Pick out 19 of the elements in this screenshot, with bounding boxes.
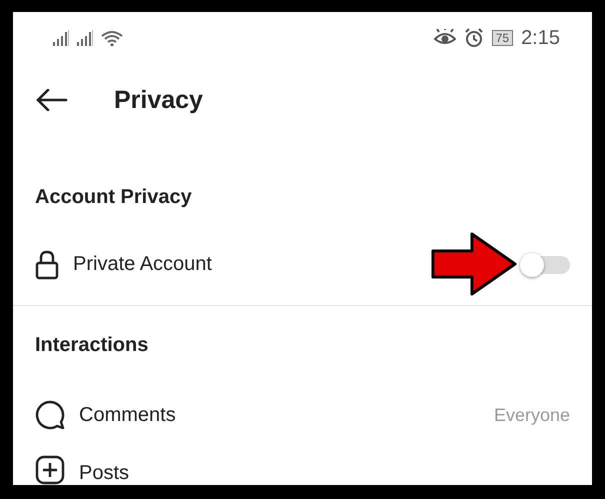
plus-square-icon — [35, 455, 65, 485]
pointer-arrow-icon — [430, 230, 518, 296]
setting-label[interactable]: Private Account — [73, 253, 212, 276]
lock-icon — [35, 250, 59, 280]
setting-value: Everyone — [494, 404, 570, 426]
alarm-clock-icon — [464, 28, 484, 48]
setting-label[interactable]: Comments — [79, 404, 176, 426]
eye-icon — [434, 29, 456, 47]
back-arrow-icon — [36, 89, 68, 111]
page-title: Privacy — [114, 86, 203, 114]
wifi-icon — [101, 30, 123, 46]
section-heading: Account Privacy — [34, 184, 192, 210]
battery-indicator: 75 — [492, 30, 514, 46]
clock-time: 2:15 — [521, 26, 560, 50]
signal-icon — [53, 30, 69, 46]
speech-bubble-icon — [35, 400, 65, 430]
section-heading: Interactions — [34, 333, 148, 358]
signal-icon — [77, 30, 93, 46]
setting-label[interactable]: Posts — [79, 462, 130, 485]
